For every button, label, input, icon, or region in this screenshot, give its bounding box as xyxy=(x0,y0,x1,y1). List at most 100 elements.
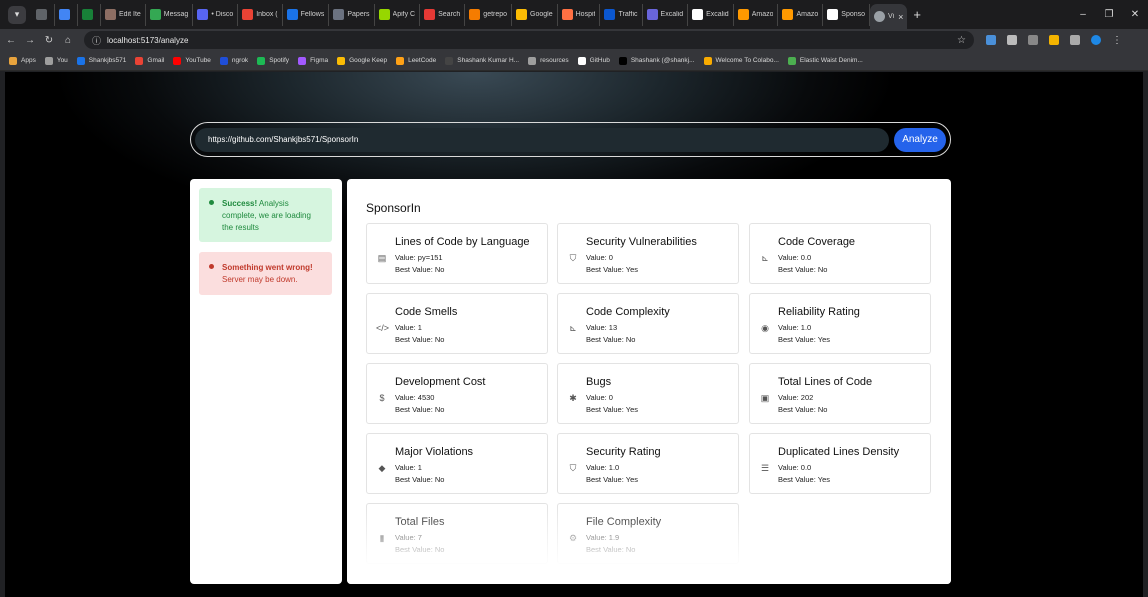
browser-tab[interactable]: Search xyxy=(420,3,466,26)
error-message: Server may be down. xyxy=(222,275,298,284)
browser-tab[interactable]: Apify C xyxy=(375,3,421,26)
metric-card: Security Rating ⛉ Value: 1.0 Best Value: Ye… xyxy=(557,433,739,494)
bookmark-item[interactable]: You xyxy=(44,56,68,65)
browser-tab[interactable]: Google xyxy=(512,3,558,26)
tab-search-button[interactable]: ▾ xyxy=(8,5,26,24)
extension-icon[interactable] xyxy=(1007,35,1017,45)
tab-favicon-icon xyxy=(692,9,704,20)
new-tab-button[interactable]: + xyxy=(913,7,921,22)
metric-value: Value: 4530 xyxy=(395,393,435,402)
extension-translate-icon[interactable] xyxy=(986,35,996,45)
bookmark-item[interactable]: Shankjbs571 xyxy=(76,56,126,65)
bookmark-favicon-icon xyxy=(703,56,712,65)
metric-best-value: Best Value: No xyxy=(395,265,445,274)
bookmark-item[interactable]: Apps xyxy=(9,56,36,65)
bug-icon: ✱ xyxy=(569,393,577,403)
browser-tab[interactable]: Fellows xyxy=(283,3,330,26)
success-icon xyxy=(209,200,214,205)
browser-tab[interactable]: Amazo xyxy=(778,3,824,26)
bookmark-item[interactable]: YouTube xyxy=(173,56,211,65)
tab-favicon-icon xyxy=(604,9,616,20)
restore-button[interactable]: ❐ xyxy=(1096,9,1122,20)
home-icon[interactable]: ⌂ xyxy=(60,35,76,46)
close-tab-icon[interactable]: × xyxy=(898,12,903,22)
bookmark-item[interactable]: GitHub xyxy=(577,56,610,65)
metric-title: File Complexity xyxy=(586,516,662,528)
browser-tab[interactable]: Amazo xyxy=(734,3,779,26)
address-url[interactable]: localhost:5173/analyze xyxy=(107,36,188,45)
bookmark-item[interactable]: Shashank (@shankj... xyxy=(618,56,695,65)
metric-title: Bugs xyxy=(586,376,612,388)
browser-tab[interactable]: • Disco xyxy=(193,3,239,26)
metric-card: Lines of Code by Language ▤ Value: py=151 B… xyxy=(366,223,548,284)
bookmark-item[interactable]: Gmail xyxy=(135,56,164,65)
bookmark-item[interactable]: Elastic Waist Denim... xyxy=(787,56,863,65)
metric-best-value: Best Value: Yes xyxy=(586,265,638,274)
browser-tab[interactable]: Excalid xyxy=(688,3,734,26)
metric-title: Duplicated Lines Density xyxy=(778,446,900,458)
shield-icon: ⛉ xyxy=(569,253,577,263)
bookmark-label: Google Keep xyxy=(349,57,388,64)
bookmark-item[interactable]: Spotify xyxy=(257,56,289,65)
forward-icon[interactable]: → xyxy=(22,35,38,46)
browser-tab[interactable]: Inbox ( xyxy=(238,3,283,26)
metric-best-value: Best Value: No xyxy=(778,405,828,414)
bookmark-item[interactable]: Shashank Kumar H... xyxy=(445,56,519,65)
tab-favicon-icon xyxy=(782,9,794,20)
minimize-button[interactable]: – xyxy=(1070,9,1096,20)
metric-card: Code Smells </> Value: 1 Best Value: No xyxy=(366,293,548,354)
bookmark-favicon-icon xyxy=(9,56,17,65)
tab-favicon-icon xyxy=(561,9,573,20)
tab-label: Fellows xyxy=(300,11,325,18)
tab-label: Inbox ( xyxy=(256,11,278,18)
tab-favicon-icon xyxy=(874,11,886,22)
bookmark-item[interactable]: Google Keep xyxy=(337,56,388,65)
reload-icon[interactable]: ↻ xyxy=(41,35,57,46)
metric-title: Major Violations xyxy=(395,446,474,458)
browser-tab[interactable]: Hospit xyxy=(558,3,601,26)
close-window-button[interactable]: ✕ xyxy=(1122,9,1148,20)
address-bar[interactable]: ⓘ localhost:5173/analyze ☆ xyxy=(84,31,974,49)
browser-tab[interactable]: Sponso xyxy=(823,3,871,26)
metric-value: Value: 1 xyxy=(395,463,422,472)
bookmark-item[interactable]: resources xyxy=(528,56,569,65)
browser-tab[interactable] xyxy=(78,3,101,26)
browser-tab[interactable]: Edit Ite xyxy=(101,3,146,26)
metric-value: Value: 0 xyxy=(586,393,613,402)
metric-card: Total Files ▮ Value: 7 Best Value: No xyxy=(366,503,548,564)
bookmark-item[interactable]: Figma xyxy=(298,56,328,65)
repo-url-input[interactable] xyxy=(195,127,889,152)
tab-favicon-icon xyxy=(646,9,658,20)
metric-value: Value: py=151 xyxy=(395,253,443,262)
bookmark-item[interactable]: ngrok xyxy=(219,56,248,65)
bookmark-label: Apps xyxy=(21,57,36,64)
metric-title: Reliability Rating xyxy=(778,306,860,318)
extensions-puzzle-icon[interactable] xyxy=(1070,35,1080,45)
more-menu-icon[interactable]: ⋮ xyxy=(1112,35,1122,46)
active-browser-tab[interactable]: Vi × xyxy=(870,4,908,29)
browser-tab[interactable] xyxy=(32,3,55,26)
back-icon[interactable]: ← xyxy=(3,35,19,46)
metric-card: Development Cost $ Value: 4530 Best Value: … xyxy=(366,363,548,424)
browser-tab[interactable]: Excalid xyxy=(643,3,689,26)
bookmark-item[interactable]: Welcome To Colabo... xyxy=(703,56,779,65)
tab-favicon-icon xyxy=(242,9,254,20)
profile-avatar-icon[interactable] xyxy=(1091,35,1101,45)
metric-best-value: Best Value: Yes xyxy=(778,335,830,344)
metric-best-value: Best Value: No xyxy=(586,335,636,344)
site-info-icon[interactable]: ⓘ xyxy=(92,34,101,47)
metric-card: Code Complexity ⊾ Value: 13 Best Value: No xyxy=(557,293,739,354)
analyze-button[interactable]: Analyze xyxy=(894,127,946,152)
browser-tab[interactable]: Messag xyxy=(146,3,194,26)
extension-keep-icon[interactable] xyxy=(1049,35,1059,45)
extension-camera-icon[interactable] xyxy=(1028,35,1038,45)
browser-tab[interactable]: Traffic xyxy=(600,3,643,26)
tab-label: Edit Ite xyxy=(119,11,141,18)
browser-tab[interactable]: Papers xyxy=(329,3,375,26)
browser-tab[interactable]: getrepo xyxy=(465,3,513,26)
bookmark-favicon-icon xyxy=(219,56,228,65)
bookmark-item[interactable]: LeetCode xyxy=(396,56,436,65)
tab-list: Edit Ite Messag • Disco Inbox ( Fellows Paper… xyxy=(32,0,921,29)
browser-tab[interactable] xyxy=(55,3,78,26)
bookmark-star-icon[interactable]: ☆ xyxy=(957,35,966,46)
